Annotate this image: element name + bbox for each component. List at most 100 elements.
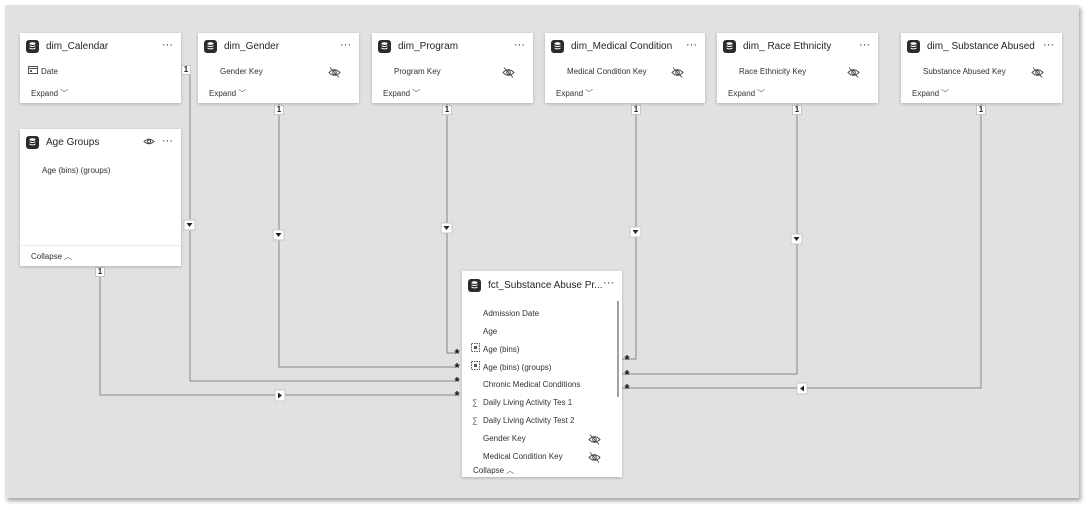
chevron-down-icon: ﹀: [585, 89, 594, 98]
collapse-button[interactable]: Collapse ︿: [473, 465, 514, 476]
eye-slash-icon[interactable]: [588, 452, 601, 463]
expand-button[interactable]: Expand ﹀: [728, 88, 765, 99]
field-age-bins-groups[interactable]: Age (bins) (groups): [42, 164, 110, 178]
chevron-down-icon: ﹀: [757, 89, 766, 98]
field-label: Age (bins) (groups): [483, 363, 552, 372]
chevron-down-icon: ﹀: [941, 89, 950, 98]
expand-label: Expand: [383, 89, 411, 98]
table-icon: [378, 39, 391, 53]
field-race-ethnicity-key[interactable]: Race Ethnicity Key: [739, 65, 806, 79]
table-header[interactable]: dim_Program ···: [372, 33, 533, 59]
expand-button[interactable]: Expand ﹀: [556, 88, 593, 99]
cardinality-one-marker: 1: [274, 105, 284, 115]
table-header[interactable]: Age Groups ···: [20, 129, 181, 155]
expand-label: Expand: [31, 89, 59, 98]
table-header[interactable]: dim_Medical Condition ···: [545, 33, 705, 59]
field-age-bins[interactable]: Age (bins): [470, 343, 519, 357]
more-options-icon[interactable]: ···: [340, 38, 351, 52]
more-options-icon[interactable]: ···: [603, 276, 614, 290]
table-icon: [723, 39, 736, 53]
more-options-icon[interactable]: ···: [162, 134, 173, 148]
chevron-down-icon: ﹀: [60, 89, 69, 98]
field-gender-key[interactable]: Gender Key: [483, 432, 526, 446]
field-chronic-medical-conditions[interactable]: Chronic Medical Conditions: [483, 378, 580, 392]
field-substance-abused-key[interactable]: Substance Abused Key: [923, 65, 1006, 79]
field-daily-living-activity-2[interactable]: ∑ Daily Living Activity Test 2: [470, 414, 574, 428]
table-header[interactable]: dim_Calendar ···: [20, 33, 181, 59]
sigma-icon: ∑: [472, 398, 478, 407]
table-title: dim_ Substance Abused: [927, 40, 1035, 52]
table-icon: [26, 135, 39, 149]
eye-slash-icon[interactable]: [847, 67, 860, 78]
table-title: dim_Medical Condition: [571, 40, 673, 52]
field-medical-condition-key[interactable]: Medical Condition Key: [567, 65, 647, 79]
more-options-icon[interactable]: ···: [1043, 38, 1054, 52]
table-card-dim-substance-abused[interactable]: dim_ Substance Abused ··· Substance Abus…: [901, 33, 1062, 103]
field-program-key[interactable]: Program Key: [394, 65, 441, 79]
table-header[interactable]: fct_Substance Abuse Pr... ···: [462, 271, 622, 299]
chevron-down-icon: ﹀: [238, 89, 247, 98]
field-age-bins-groups[interactable]: Age (bins) (groups): [470, 361, 551, 375]
table-icon: [468, 278, 481, 292]
expand-button[interactable]: Expand ﹀: [31, 88, 68, 99]
divider: [20, 245, 181, 246]
relationship-age-groups: [99, 274, 455, 396]
table-header[interactable]: dim_ Race Ethnicity ···: [717, 33, 878, 59]
table-card-dim-medical-condition[interactable]: dim_Medical Condition ··· Medical Condit…: [545, 33, 705, 103]
table-card-fct-substance-abuse[interactable]: fct_Substance Abuse Pr... ··· Admission …: [462, 271, 622, 477]
more-options-icon[interactable]: ···: [514, 38, 525, 52]
field-label: Daily Living Activity Test 2: [483, 416, 575, 425]
table-title: Age Groups: [46, 136, 100, 148]
cardinality-one-marker: 1: [442, 105, 452, 115]
more-options-icon[interactable]: ···: [859, 38, 870, 52]
model-canvas[interactable]: 1 1 1 1 1 1 1 * * * * * * * dim_Calendar…: [5, 5, 1079, 498]
cardinality-one-marker: 1: [181, 65, 191, 75]
chevron-up-icon: ︿: [64, 252, 73, 261]
table-title: dim_ Race Ethnicity: [743, 40, 832, 52]
table-card-dim-calendar[interactable]: dim_Calendar ··· Date Expand ﹀: [20, 33, 181, 103]
table-title: fct_Substance Abuse Pr...: [488, 279, 603, 291]
cardinality-many-marker: *: [454, 388, 460, 403]
collapse-label: Collapse: [473, 466, 505, 475]
table-card-dim-gender[interactable]: dim_Gender ··· Gender Key Expand ﹀: [198, 33, 359, 103]
cardinality-many-marker: *: [624, 352, 630, 367]
eye-slash-icon[interactable]: [671, 67, 684, 78]
table-header[interactable]: dim_ Substance Abused ···: [901, 33, 1062, 59]
table-card-dim-race-ethnicity[interactable]: dim_ Race Ethnicity ··· Race Ethnicity K…: [717, 33, 878, 103]
cardinality-one-marker: 1: [95, 267, 105, 277]
table-title: dim_Gender: [224, 40, 280, 52]
more-options-icon[interactable]: ···: [162, 38, 173, 52]
field-age[interactable]: Age: [483, 325, 497, 339]
cardinality-many-marker: *: [454, 374, 460, 389]
table-header[interactable]: dim_Gender ···: [198, 33, 359, 59]
expand-label: Expand: [556, 89, 584, 98]
table-card-age-groups[interactable]: Age Groups ··· Age (bins) (groups) Colla…: [20, 129, 181, 266]
field-date[interactable]: Date: [28, 65, 58, 79]
table-card-dim-program[interactable]: dim_Program ··· Program Key Expand ﹀: [372, 33, 533, 103]
cardinality-many-marker: *: [454, 360, 460, 375]
eye-icon[interactable]: [143, 137, 155, 146]
expand-label: Expand: [728, 89, 756, 98]
field-medical-condition-key[interactable]: Medical Condition Key: [483, 450, 563, 464]
cardinality-many-marker: *: [454, 346, 460, 361]
field-daily-living-activity-1[interactable]: ∑ Daily Living Activity Tes 1: [470, 396, 572, 410]
eye-slash-icon[interactable]: [502, 67, 515, 78]
relationship-race: [622, 104, 798, 375]
collapse-button[interactable]: Collapse ︿: [31, 251, 72, 262]
field-gender-key[interactable]: Gender Key: [220, 65, 263, 79]
cardinality-one-marker: 1: [631, 105, 641, 115]
more-options-icon[interactable]: ···: [686, 38, 697, 52]
eye-slash-icon[interactable]: [588, 434, 601, 445]
chevron-down-icon: ﹀: [412, 89, 421, 98]
calendar-icon: [28, 65, 38, 79]
expand-button[interactable]: Expand ﹀: [383, 88, 420, 99]
scrollbar[interactable]: [617, 301, 619, 397]
expand-button[interactable]: Expand ﹀: [209, 88, 246, 99]
table-title: dim_Calendar: [46, 40, 109, 52]
eye-slash-icon[interactable]: [1031, 67, 1044, 78]
field-label: Daily Living Activity Tes 1: [483, 398, 573, 407]
eye-slash-icon[interactable]: [328, 67, 341, 78]
field-admission-date[interactable]: Admission Date: [483, 307, 539, 321]
table-title: dim_Program: [398, 40, 459, 52]
expand-button[interactable]: Expand ﹀: [912, 88, 949, 99]
